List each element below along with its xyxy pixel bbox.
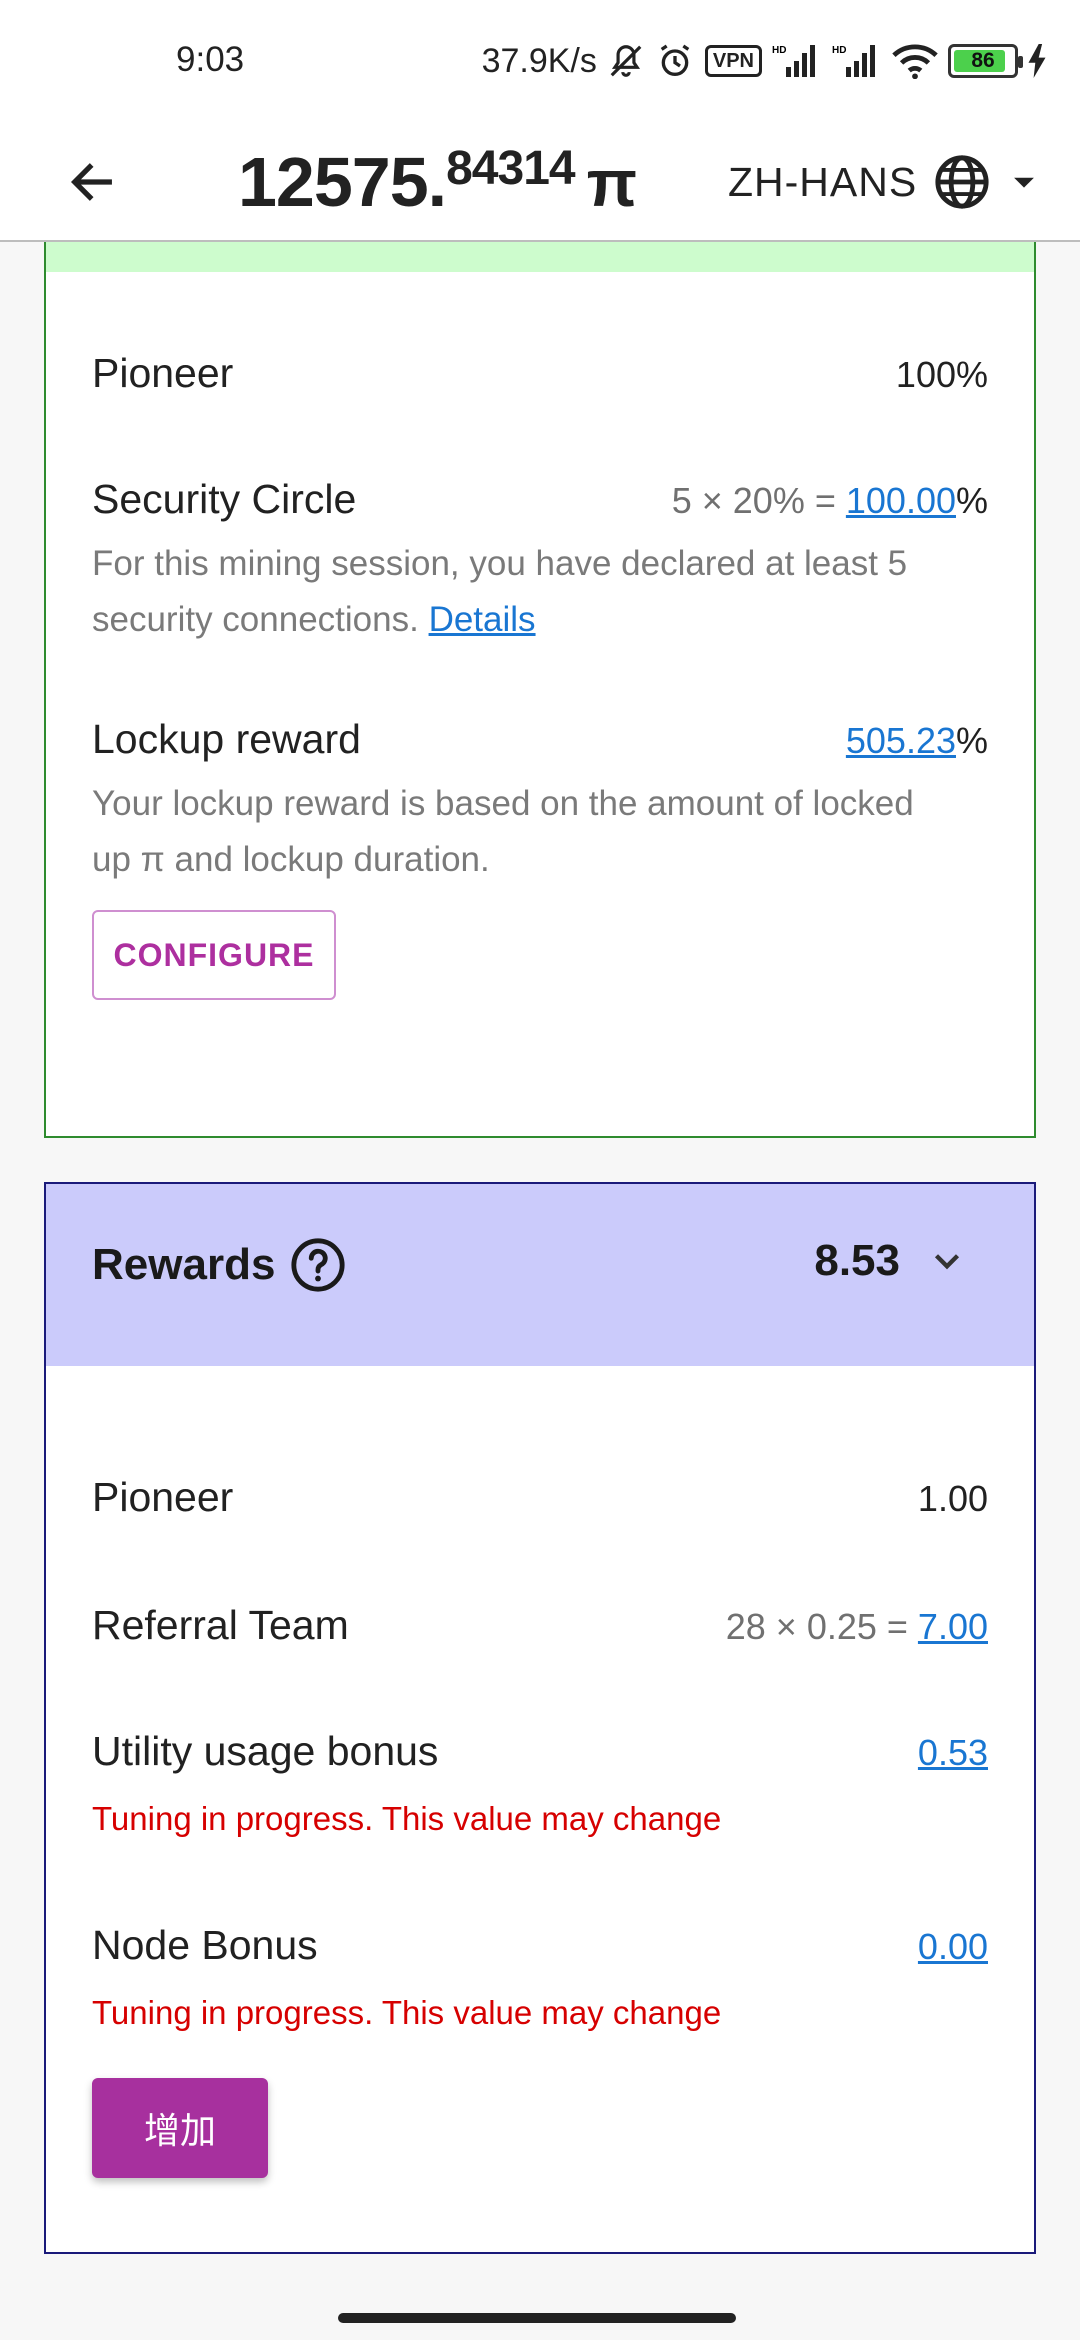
language-selector[interactable]: ZH-HANS bbox=[728, 142, 1041, 222]
security-circle-value: 5 × 20% = 100.00% bbox=[672, 480, 988, 522]
net-speed: 37.9K/s bbox=[481, 41, 597, 80]
security-circle-desc-row: For this mining session, you have declar… bbox=[92, 536, 988, 656]
caret-down-icon bbox=[1014, 177, 1035, 188]
pioneer-reward-value: 1.00 bbox=[917, 1478, 988, 1519]
rewards-title-text: Rewards bbox=[92, 1240, 276, 1289]
rewards-header[interactable]: Rewards 8.53 bbox=[46, 1184, 1034, 1366]
details-link[interactable]: Details bbox=[429, 600, 536, 639]
referral-team-value: 28 × 0.25 = 7.00 bbox=[726, 1606, 988, 1648]
add-button[interactable]: 增加 bbox=[92, 2078, 268, 2178]
mute-icon bbox=[607, 41, 645, 81]
pioneer-reward-label: Pioneer bbox=[92, 1474, 234, 1520]
pi-balance: 12575. 84314 π bbox=[238, 122, 637, 242]
node-warning-row: Tuning in progress. This value may chang… bbox=[92, 1994, 988, 2038]
balance-decimal: 84314 bbox=[446, 142, 575, 195]
lockup-reward-label: Lockup reward bbox=[92, 716, 361, 762]
chevron-down-icon bbox=[934, 1254, 960, 1270]
node-bonus-value-link[interactable]: 0.00 bbox=[918, 1926, 988, 1968]
battery-icon: 86 bbox=[948, 44, 1023, 78]
referral-team-formula: 28 × 0.25 = bbox=[725, 1606, 918, 1647]
referral-team-row: Referral Team 28 × 0.25 = 7.00 bbox=[92, 1602, 988, 1658]
rewards-title: Rewards bbox=[92, 1236, 347, 1294]
pioneer-rate-row: Pioneer 100% bbox=[92, 350, 988, 406]
home-indicator[interactable] bbox=[338, 2313, 736, 2323]
rewards-card: Rewards 8.53 Pioneer 1.00 Referral Team … bbox=[44, 1182, 1036, 2254]
pi-symbol: π bbox=[586, 146, 638, 220]
lockup-reward-row: Lockup reward 505.23% bbox=[92, 716, 988, 772]
utility-bonus-warning: Tuning in progress. This value may chang… bbox=[92, 1800, 722, 1837]
utility-bonus-label: Utility usage bonus bbox=[92, 1728, 439, 1774]
lockup-reward-value: 505.23% bbox=[846, 720, 988, 762]
lockup-reward-percent-suffix: % bbox=[955, 720, 988, 761]
configure-button[interactable]: CONFIGURE bbox=[92, 910, 336, 1000]
language-label: ZH-HANS bbox=[728, 158, 918, 205]
mining-rate-header-strip bbox=[46, 242, 1034, 272]
lockup-desc-row: Your lockup reward is based on the amoun… bbox=[92, 776, 988, 896]
security-circle-percent-suffix: % bbox=[955, 480, 988, 521]
svg-text:HD: HD bbox=[832, 45, 846, 56]
node-bonus-row: Node Bonus 0.00 bbox=[92, 1922, 988, 1978]
utility-bonus-row: Utility usage bonus 0.53 bbox=[92, 1728, 988, 1784]
utility-bonus-value-link[interactable]: 0.53 bbox=[918, 1732, 988, 1774]
lockup-reward-percent-link[interactable]: 505.23 bbox=[846, 720, 956, 761]
pioneer-rate-value: 100% bbox=[895, 354, 988, 395]
status-time: 9:03 bbox=[176, 40, 245, 79]
referral-team-value-link[interactable]: 7.00 bbox=[918, 1606, 988, 1647]
status-bar: 9:03 37.9K/s VPN HD HD 86 bbox=[0, 0, 1080, 122]
rewards-total-value: 8.53 bbox=[814, 1236, 900, 1285]
security-circle-label: Security Circle bbox=[92, 476, 357, 522]
battery-level: 86 bbox=[971, 49, 995, 72]
wifi-icon bbox=[892, 43, 938, 79]
arrow-left-icon bbox=[70, 163, 112, 201]
node-bonus-warning: Tuning in progress. This value may chang… bbox=[92, 1994, 722, 2031]
rewards-total[interactable]: 8.53 bbox=[814, 1236, 968, 1286]
referral-team-label: Referral Team bbox=[92, 1602, 349, 1648]
alarm-icon bbox=[655, 41, 695, 81]
mining-rate-card: Pioneer 100% Security Circle 5 × 20% = 1… bbox=[44, 242, 1036, 1138]
pioneer-reward-row: Pioneer 1.00 bbox=[92, 1474, 988, 1530]
status-icons: 37.9K/s VPN HD HD 86 bbox=[482, 38, 1046, 84]
app-header: 12575. 84314 π ZH-HANS bbox=[0, 122, 1080, 242]
node-bonus-label: Node Bonus bbox=[92, 1922, 318, 1968]
utility-warning-row: Tuning in progress. This value may chang… bbox=[92, 1800, 988, 1844]
security-circle-percent-link[interactable]: 100.00 bbox=[846, 480, 956, 521]
pioneer-rate-label: Pioneer bbox=[92, 350, 234, 396]
signal-icon-1: HD bbox=[772, 43, 822, 79]
help-icon[interactable] bbox=[289, 1236, 347, 1294]
lockup-description: Your lockup reward is based on the amoun… bbox=[92, 784, 914, 879]
globe-icon bbox=[935, 155, 989, 209]
svg-text:HD: HD bbox=[772, 45, 786, 56]
balance-integer: 12575. bbox=[238, 143, 447, 221]
security-circle-formula: 5 × 20% = bbox=[671, 480, 846, 521]
signal-icon-2: HD bbox=[832, 43, 882, 79]
security-circle-row: Security Circle 5 × 20% = 100.00% bbox=[92, 476, 988, 532]
security-circle-description: For this mining session, you have declar… bbox=[92, 536, 992, 648]
vpn-icon: VPN bbox=[704, 45, 762, 77]
back-button[interactable] bbox=[52, 142, 132, 222]
charging-icon bbox=[1028, 44, 1046, 78]
